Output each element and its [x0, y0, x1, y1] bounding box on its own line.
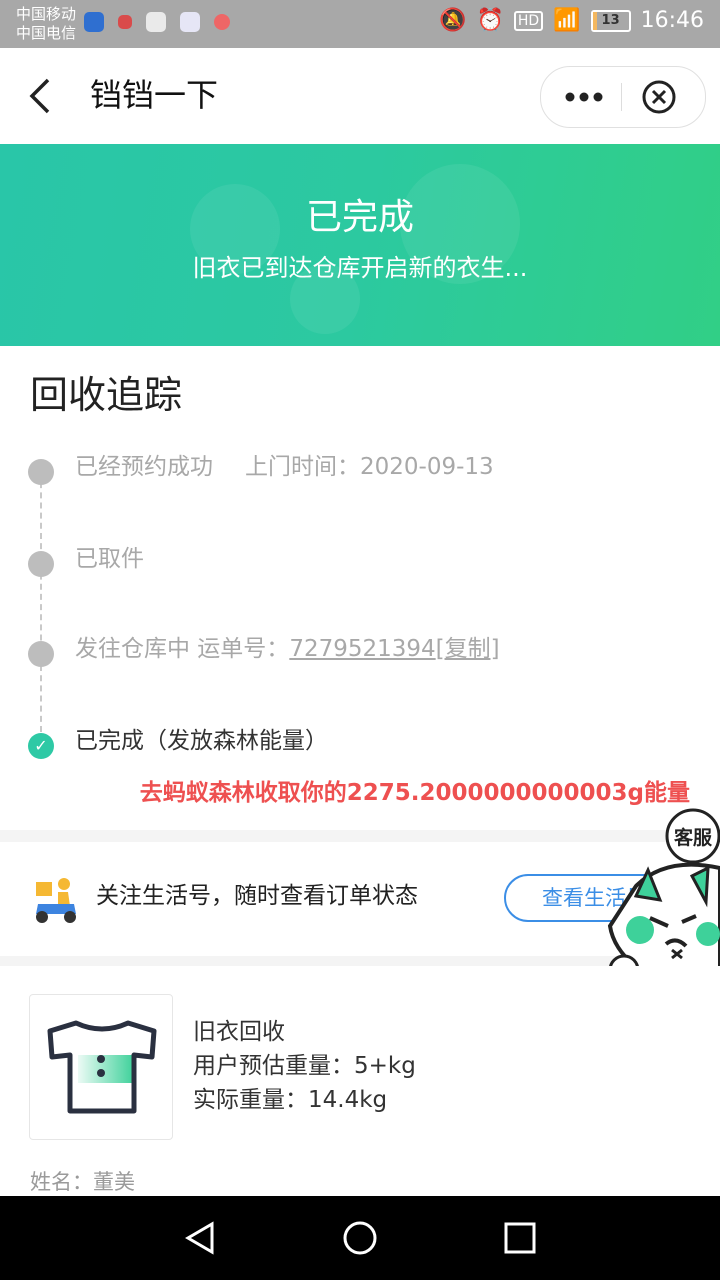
wechat-icon	[146, 12, 166, 32]
carrier-1: 中国移动	[16, 5, 77, 23]
scooter-icon	[36, 878, 76, 923]
estimated-weight: 用户预估重量：5+kg	[193, 1053, 416, 1079]
hd-badge: HD	[513, 10, 544, 31]
tracking-section: 回收追踪 已经预约成功 上门时间：2020-09-13 已取件 发往仓库中 运单号…	[0, 346, 720, 830]
mute-icon: 🔕	[439, 8, 467, 33]
timeline-dot	[28, 459, 54, 485]
app-icon	[214, 14, 230, 30]
copy-link[interactable]: [复制]	[436, 636, 500, 662]
page-title: 铛铛一下	[90, 76, 219, 114]
timeline-step-shipping: 发往仓库中 运单号：7279521394[复制]	[75, 634, 500, 664]
product-thumbnail	[29, 994, 173, 1140]
banner-subtitle: 旧衣已到达仓库开启新的衣生...	[192, 254, 528, 282]
close-button[interactable]	[641, 79, 677, 119]
step-label: 发往仓库中 运单号：	[75, 636, 290, 662]
system-nav-bar	[0, 1196, 720, 1280]
back-triangle-icon[interactable]	[182, 1220, 218, 1256]
check-icon: ✓	[28, 733, 54, 759]
carrier-info: 中国移动 中国电信	[16, 5, 76, 43]
browser-icon	[180, 12, 200, 32]
heart-app-icon	[118, 15, 132, 29]
visit-time: 上门时间：2020-09-13	[245, 454, 494, 480]
tshirt-icon	[47, 1020, 157, 1114]
carrier-2: 中国电信	[16, 24, 77, 42]
forest-energy-link[interactable]: 去蚂蚁森林收取你的2275.2000000000003g能量	[140, 778, 690, 808]
nav-bar: 铛铛一下	[0, 48, 720, 144]
recent-apps-icon[interactable]	[502, 1220, 538, 1256]
battery-level: 13	[601, 12, 620, 28]
capsule-divider	[621, 83, 622, 111]
miniapp-capsule	[540, 66, 706, 128]
timeline-line	[40, 472, 42, 732]
battery-icon: 13	[590, 9, 631, 32]
clock: 16:46	[640, 8, 704, 33]
back-button[interactable]	[26, 74, 56, 126]
step-label: 已经预约成功	[75, 454, 213, 480]
timeline-dot	[28, 641, 54, 667]
alarm-icon: ⏰	[476, 8, 504, 33]
timeline-dot	[28, 551, 54, 577]
tracking-number[interactable]: 7279521394	[289, 636, 435, 662]
actual-weight: 实际重量：14.4kg	[193, 1087, 388, 1113]
more-button[interactable]	[561, 75, 607, 119]
notification-icons	[84, 12, 230, 32]
product-name: 旧衣回收	[193, 1019, 285, 1045]
section-title: 回收追踪	[30, 373, 183, 417]
status-banner: 已完成 旧衣已到达仓库开启新的衣生...	[0, 144, 720, 346]
timeline-step-booked: 已经预约成功 上门时间：2020-09-13	[75, 452, 494, 482]
timeline-step-picked: 已取件	[75, 546, 144, 572]
follow-text: 关注生活号，随时查看订单状态	[96, 883, 418, 909]
timeline-step-completed: 已完成（发放森林能量）	[75, 728, 328, 754]
home-circle-icon[interactable]	[342, 1220, 378, 1256]
wifi-icon: 📶	[553, 8, 581, 33]
shield-icon	[84, 12, 104, 32]
status-bar: 中国移动 中国电信 🔕 ⏰ HD 📶 13 16:46	[0, 0, 720, 48]
service-label: 客服	[674, 826, 713, 849]
customer-name: 姓名：董美	[30, 1170, 135, 1194]
close-circle-icon	[642, 80, 676, 114]
status-right: 🔕 ⏰ HD 📶 13 16:46	[439, 8, 704, 33]
chevron-left-icon	[29, 78, 50, 114]
more-icon	[565, 92, 603, 102]
banner-title: 已完成	[305, 197, 414, 238]
product-card: 旧衣回收 用户预估重量：5+kg 实际重量：14.4kg 姓名：董美	[0, 966, 720, 1196]
